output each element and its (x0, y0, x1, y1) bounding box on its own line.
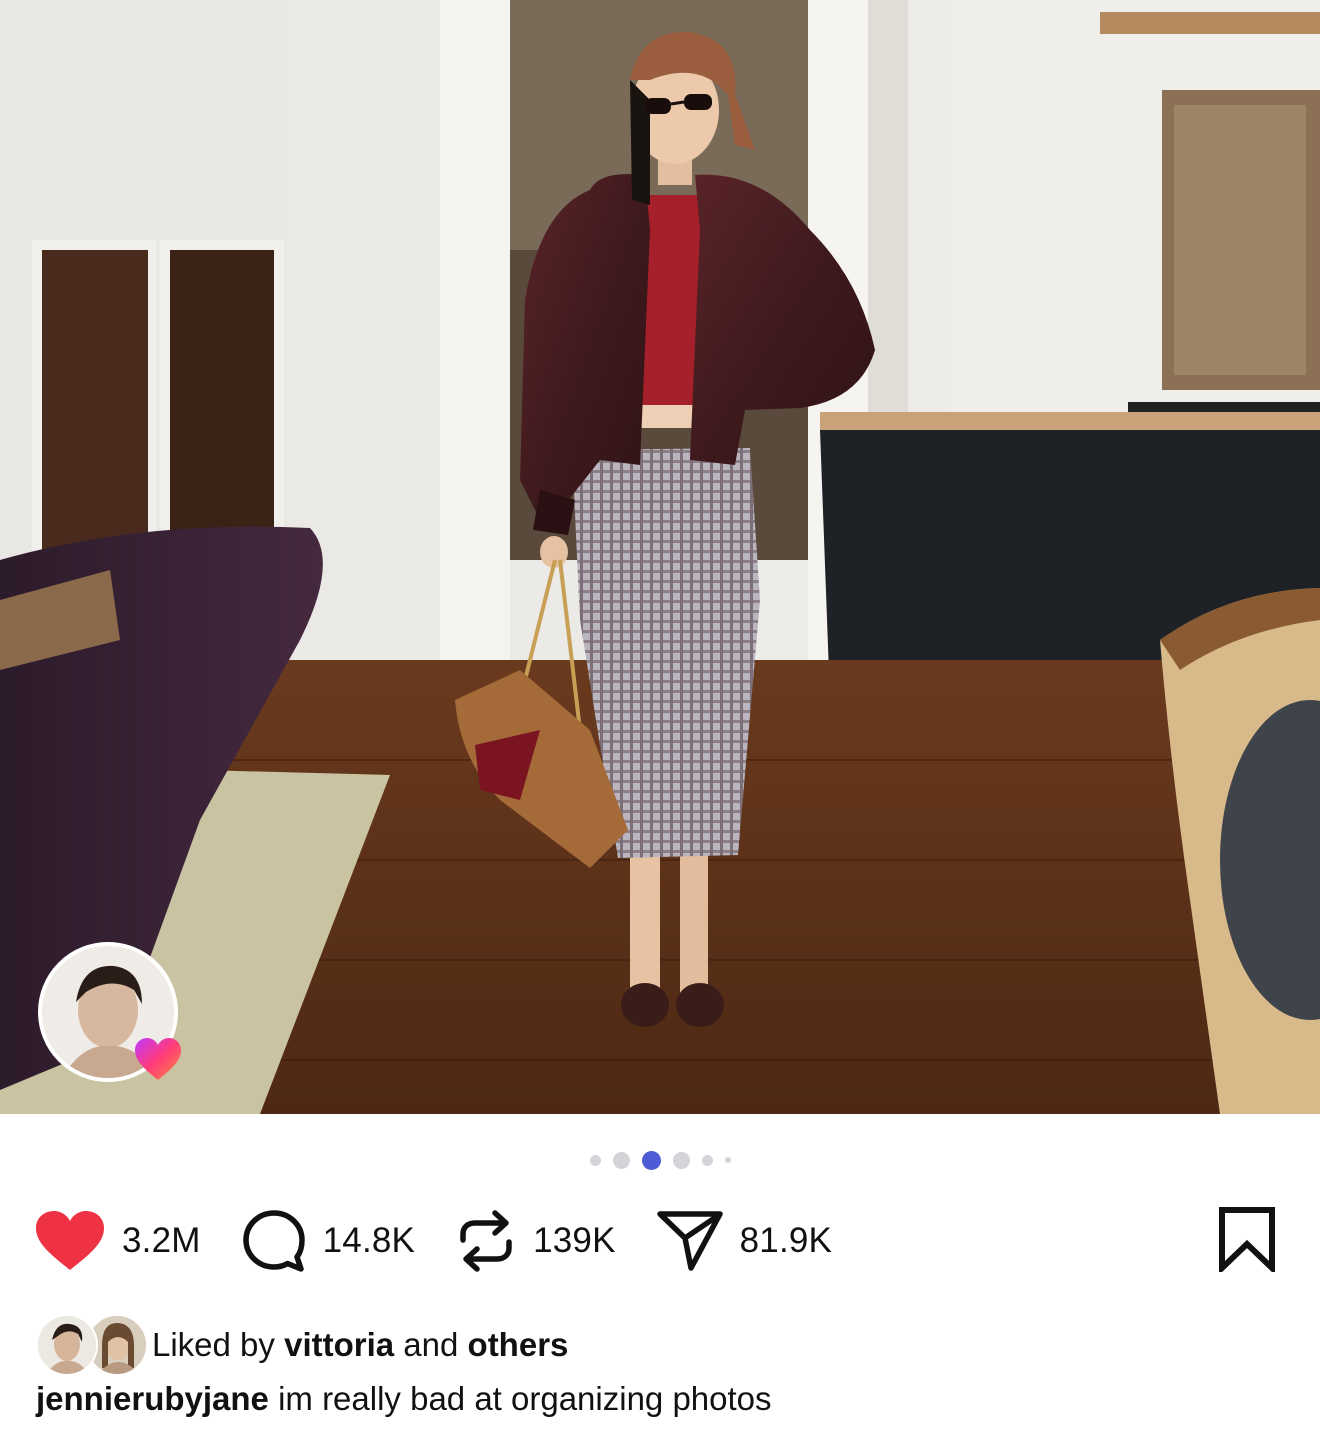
carousel-dot (589, 1154, 601, 1166)
liker-avatars (36, 1314, 148, 1376)
carousel-indicator[interactable] (0, 1150, 1320, 1170)
avatar (36, 1314, 98, 1376)
comment-count: 14.8K (322, 1221, 416, 1260)
repost-button[interactable]: 139K (455, 1208, 616, 1274)
heart-icon (36, 1211, 104, 1270)
liked-by-conjunction: and (403, 1326, 459, 1363)
carousel-dot (724, 1157, 731, 1163)
heart-badge-icon (133, 1036, 183, 1082)
carousel-dot-active (641, 1150, 661, 1170)
caption-username[interactable]: jennierubyjane (36, 1380, 269, 1417)
liked-by-row[interactable]: Liked by vittoria and others (36, 1314, 568, 1376)
post-actions-bar: 3.2M 14.8K 139K 81.9K (34, 1205, 872, 1277)
liked-by-username[interactable]: vittoria (284, 1326, 394, 1363)
carousel-dot (672, 1151, 690, 1169)
post-caption: jennierubyjane im really bad at organizi… (36, 1380, 772, 1418)
liked-by-prefix: Liked by (152, 1326, 275, 1363)
like-button[interactable]: 3.2M (34, 1210, 201, 1272)
comment-button[interactable]: 14.8K (241, 1208, 415, 1274)
like-count: 3.2M (122, 1221, 201, 1260)
repost-icon (460, 1210, 512, 1272)
liked-by-others[interactable]: others (468, 1326, 569, 1363)
carousel-dot (612, 1151, 630, 1169)
caption-text: im really bad at organizing photos (278, 1380, 772, 1417)
liked-by-text: Liked by vittoria and others (152, 1326, 568, 1364)
share-count: 81.9K (739, 1221, 833, 1260)
share-icon (656, 1211, 723, 1271)
share-button[interactable]: 81.9K (656, 1208, 832, 1274)
comment-icon (242, 1210, 305, 1272)
carousel-dot (701, 1154, 713, 1166)
repost-count: 139K (533, 1221, 616, 1260)
bookmark-icon (1219, 1207, 1275, 1276)
post-photo-illustration (0, 0, 1320, 1114)
bookmark-button[interactable] (1216, 1206, 1278, 1277)
post-image[interactable] (0, 0, 1320, 1114)
